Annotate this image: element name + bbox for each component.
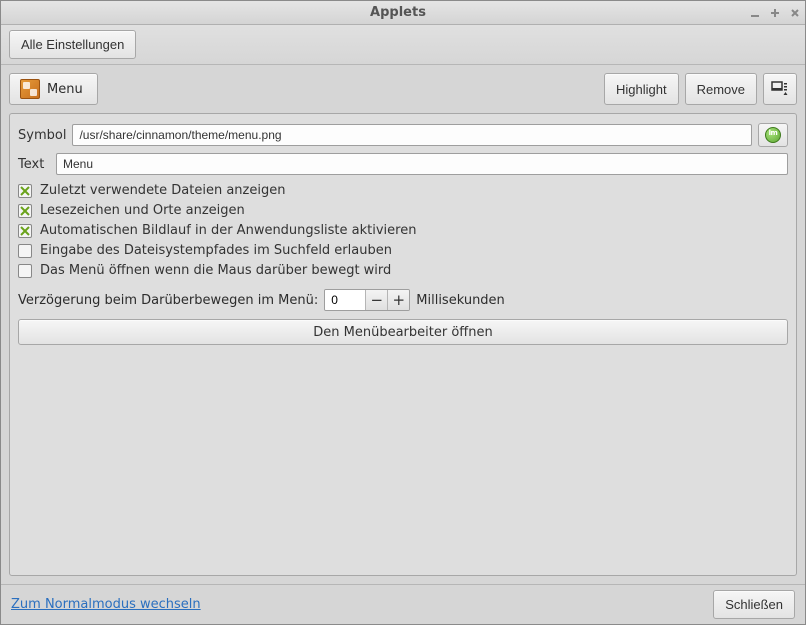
highlight-button[interactable]: Highlight (604, 73, 679, 105)
delay-unit: Millisekunden (416, 293, 505, 308)
delay-input[interactable] (325, 290, 365, 310)
toolbar: Menu Highlight Remove (9, 73, 797, 105)
close-icon[interactable] (785, 3, 805, 23)
checkbox-row: Das Menü öffnen wenn die Maus darüber be… (18, 263, 788, 278)
checkbox[interactable] (18, 184, 32, 198)
symbol-label: Symbol (18, 128, 66, 143)
remove-button[interactable]: Remove (685, 73, 757, 105)
window-title: Applets (51, 5, 745, 20)
delay-label: Verzögerung beim Darüberbewegen im Menü: (18, 293, 318, 308)
topbar: Alle Einstellungen (1, 25, 805, 65)
menu-icon (20, 79, 40, 99)
symbol-input[interactable] (72, 124, 752, 146)
checkbox[interactable] (18, 204, 32, 218)
delay-increment-button[interactable]: + (387, 290, 409, 310)
checkbox-label: Zuletzt verwendete Dateien anzeigen (40, 183, 285, 198)
checkbox-row: Automatischen Bildlauf in der Anwendungs… (18, 223, 788, 238)
text-row: Text (18, 153, 788, 175)
content: Menu Highlight Remove Symbol (1, 65, 805, 584)
checkbox-label: Lesezeichen und Orte anzeigen (40, 203, 245, 218)
checkbox[interactable] (18, 224, 32, 238)
menu-applet-button[interactable]: Menu (9, 73, 98, 105)
normal-mode-link[interactable]: Zum Normalmodus wechseln (11, 597, 201, 612)
close-button[interactable]: Schließen (713, 590, 795, 619)
checkbox[interactable] (18, 244, 32, 258)
delay-spinner: − + (324, 289, 410, 311)
delay-row: Verzögerung beim Darüberbewegen im Menü:… (18, 289, 788, 311)
checkbox[interactable] (18, 264, 32, 278)
checkbox-label: Automatischen Bildlauf in der Anwendungs… (40, 223, 416, 238)
minimize-icon[interactable] (745, 3, 765, 23)
maximize-icon[interactable] (765, 3, 785, 23)
all-settings-button[interactable]: Alle Einstellungen (9, 30, 136, 59)
open-menu-editor-button[interactable]: Den Menübearbeiter öffnen (18, 319, 788, 345)
checkbox-row: Eingabe des Dateisystempfades im Suchfel… (18, 243, 788, 258)
text-input[interactable] (56, 153, 788, 175)
checkbox-row: Lesezeichen und Orte anzeigen (18, 203, 788, 218)
mint-logo-icon (765, 127, 781, 143)
checkbox-label: Eingabe des Dateisystempfades im Suchfel… (40, 243, 392, 258)
checkbox-row: Zuletzt verwendete Dateien anzeigen (18, 183, 788, 198)
menu-applet-label: Menu (47, 82, 83, 97)
symbol-row: Symbol (18, 123, 788, 147)
panel-icon (771, 80, 789, 98)
titlebar: Applets (1, 1, 805, 25)
window: Applets Alle Einstellungen Menu Highligh… (0, 0, 806, 625)
panel-placement-button[interactable] (763, 73, 797, 105)
footer: Zum Normalmodus wechseln Schließen (1, 584, 805, 624)
settings-panel: Symbol Text Zuletzt verwendete Dateien a… (9, 113, 797, 576)
text-label: Text (18, 157, 50, 172)
delay-decrement-button[interactable]: − (365, 290, 387, 310)
checkbox-label: Das Menü öffnen wenn die Maus darüber be… (40, 263, 391, 278)
symbol-chooser-button[interactable] (758, 123, 788, 147)
